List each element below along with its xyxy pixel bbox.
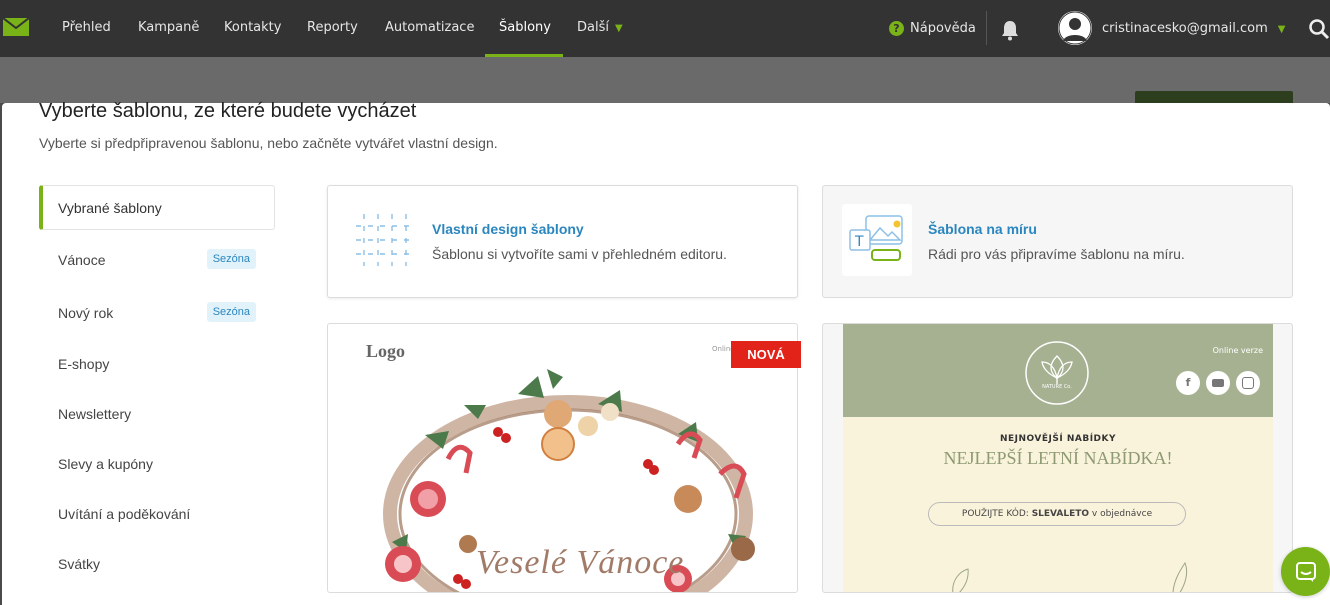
leaf-decoration — [952, 561, 1188, 592]
sidebar-item-label: Vybrané šablony — [58, 199, 162, 216]
tailored-template-card[interactable]: T Šablona na míru Rádi pro vás připravím… — [822, 185, 1293, 298]
nature-brand-text: NATURE Co. — [1042, 384, 1072, 390]
grid-icon — [350, 204, 420, 276]
nature-headline: NEJLEPŠÍ LETNÍ NABÍDKA! — [943, 448, 1173, 468]
sidebar-item-label: Vánoce — [58, 251, 106, 268]
chat-button[interactable] — [1281, 547, 1330, 596]
sidebar-item-label: Uvítání a poděkování — [58, 505, 191, 522]
nature-online-text: Online verze — [1212, 346, 1263, 355]
custom-design-desc: Šablonu si vytvoříte sami v přehledném e… — [432, 246, 727, 262]
sidebar-item-label: E-shopy — [58, 355, 110, 372]
page-title: Vyberte šablonu, ze které budete vycháze… — [39, 100, 417, 122]
nature-email-body: NATURE Co. Online verze f NEJNOVĚJŠÍ NAB… — [843, 324, 1273, 592]
facebook-icon: f — [1176, 371, 1200, 395]
user-menu[interactable]: cristinacesko@gmail.com ▼ — [1102, 0, 1285, 58]
help-icon: ? — [889, 21, 904, 36]
sidebar-item-uvitani[interactable]: Uvítání a poděkování — [39, 491, 275, 536]
svg-text:T: T — [854, 234, 864, 250]
user-email: cristinacesko@gmail.com — [1102, 21, 1268, 36]
nature-kicker: NEJNOVĚJŠÍ NABÍDKY — [999, 434, 1117, 444]
nav-dalsi-label: Další — [577, 20, 609, 35]
sidebar-item-newslettery[interactable]: Newslettery — [39, 391, 275, 436]
nav-kontakty[interactable]: Kontakty — [224, 0, 281, 57]
chevron-down-icon: ▼ — [1277, 24, 1286, 35]
leaf-logo-icon — [1025, 341, 1089, 405]
season-badge: Sezóna — [206, 249, 256, 269]
bell-icon[interactable] — [1000, 19, 1020, 41]
help-label: Nápověda — [910, 21, 976, 36]
nav-sablony[interactable]: Šablony — [499, 0, 551, 57]
design-tools-icon: T — [842, 204, 912, 276]
avatar[interactable] — [1058, 11, 1092, 45]
custom-design-title: Vlastní design šablony — [432, 221, 584, 237]
sidebar-item-label: Newslettery — [58, 405, 132, 422]
user-icon — [1058, 11, 1092, 45]
sidebar-item-vybrane[interactable]: Vybrané šablony — [39, 185, 275, 230]
page-subtitle: Vyberte si předpřipravenou šablonu, nebo… — [39, 135, 498, 151]
sidebar-item-novy-rok[interactable]: Nový rok Sezóna — [39, 290, 275, 335]
greeting-text: Veselé Vánoce — [476, 544, 685, 581]
nav-prehled[interactable]: Přehled — [62, 0, 111, 57]
template-preview-christmas[interactable]: Logo Online Veselé Vánoce — [327, 323, 798, 593]
sidebar-item-svatky[interactable]: Svátky — [39, 541, 275, 586]
chevron-down-icon: ▼ — [614, 23, 623, 34]
sidebar-item-vanoce[interactable]: Vánoce Sezóna — [39, 237, 275, 282]
app-logo-icon[interactable] — [3, 18, 29, 36]
sidebar-item-slevy[interactable]: Slevy a kupóny — [39, 441, 275, 486]
template-preview-nature[interactable]: NATURE Co. Online verze f NEJNOVĚJŠÍ NAB… — [822, 323, 1293, 593]
tailored-title: Šablona na míru — [928, 221, 1037, 237]
top-navbar: Přehled Kampaně Kontakty Reporty Automat… — [0, 0, 1330, 57]
youtube-icon — [1206, 371, 1230, 395]
sidebar-item-label: Slevy a kupóny — [58, 455, 153, 472]
promo-code-pill: POUŽIJTE KÓD: SLEVALETO v objednávce — [928, 502, 1186, 526]
nav-divider — [986, 11, 987, 45]
sidebar-item-label: Nový rok — [58, 304, 114, 321]
nav-automatizace[interactable]: Automatizace — [385, 0, 474, 57]
help-link[interactable]: ? Nápověda — [889, 0, 976, 57]
sidebar-item-eshopy[interactable]: E-shopy — [39, 341, 275, 386]
custom-design-card[interactable]: Vlastní design šablony Šablonu si vytvoř… — [327, 185, 798, 298]
season-badge: Sezóna — [206, 302, 256, 322]
template-logo-text: Logo — [366, 341, 406, 361]
search-icon[interactable] — [1308, 18, 1330, 40]
nav-reporty[interactable]: Reporty — [307, 0, 358, 57]
background-page — [0, 57, 1330, 103]
nav-kampane[interactable]: Kampaně — [138, 0, 199, 57]
sidebar-item-label: Svátky — [58, 555, 101, 572]
chat-icon — [1295, 561, 1316, 582]
nature-email-header: NATURE Co. Online verze f — [843, 324, 1273, 417]
tailored-desc: Rádi pro vás připravíme šablonu na míru. — [928, 246, 1185, 262]
instagram-icon — [1236, 371, 1260, 395]
promo-code-prefix: POUŽIJTE KÓD: — [961, 509, 1029, 519]
nav-dalsi[interactable]: Další ▼ — [577, 0, 623, 57]
new-badge: NOVÁ — [731, 341, 801, 368]
promo-code-suffix: v objednávce — [1091, 509, 1153, 519]
promo-code: SLEVALETO — [1031, 509, 1090, 519]
